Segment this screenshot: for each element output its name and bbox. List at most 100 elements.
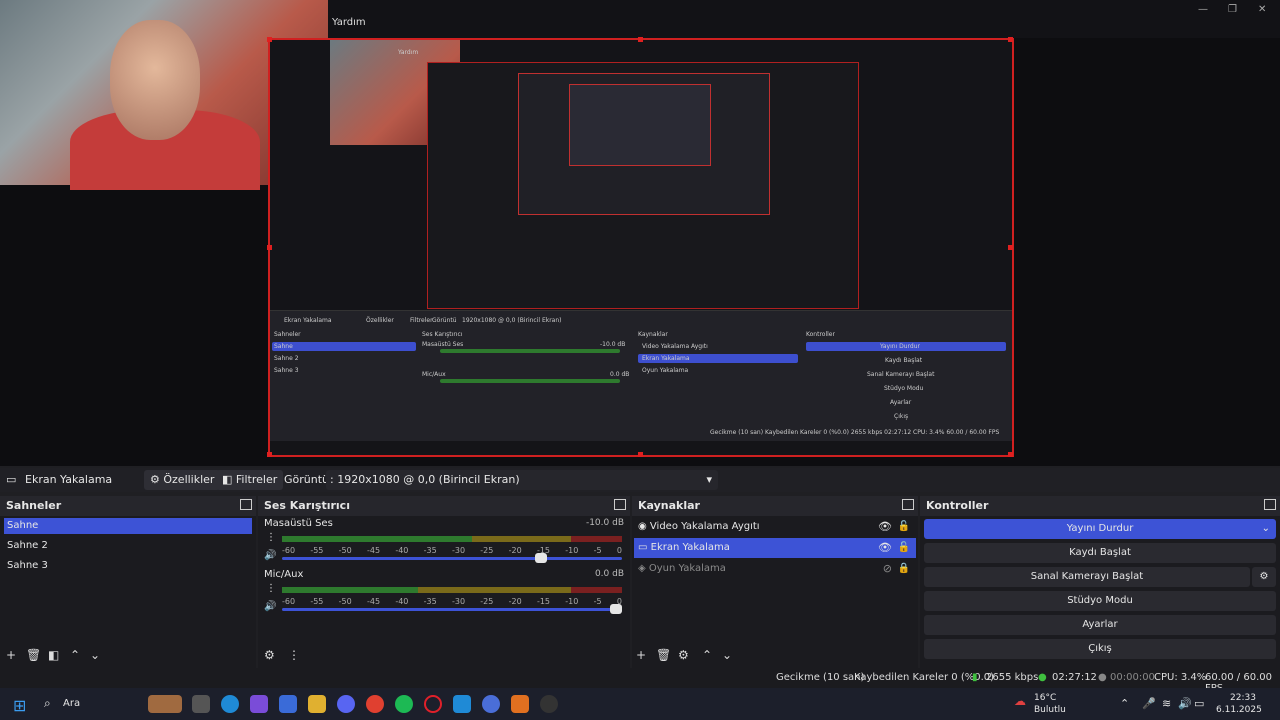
volume-knob[interactable] [610, 604, 622, 614]
source-item[interactable]: ▭ Ekran Yakalama 👁 🔓 [634, 538, 916, 558]
speaker-icon[interactable]: 🔊 [264, 550, 276, 561]
copilot-icon[interactable] [250, 695, 268, 713]
gear-icon[interactable]: ⚙ [678, 648, 689, 662]
steam-icon[interactable] [482, 695, 500, 713]
unlock-icon[interactable]: 🔓 [898, 538, 910, 558]
exit-button[interactable]: Çıkış [924, 639, 1276, 659]
arrow-up-icon[interactable]: ⌃ [70, 648, 80, 662]
eye-icon[interactable]: 👁 [878, 517, 892, 537]
kebab-menu-icon[interactable]: ⋮ [266, 532, 276, 543]
resize-handle-r[interactable] [1008, 245, 1013, 250]
studio-mode-button[interactable]: Stüdyo Modu [924, 591, 1276, 611]
spotify-icon[interactable] [395, 695, 413, 713]
filters-button[interactable]: ◧ Filtreler [216, 470, 284, 490]
scene-item[interactable]: Sahne [4, 518, 252, 534]
virtual-camera-settings-button[interactable]: ⚙ [1252, 567, 1276, 587]
scenes-dock: Sahneler Sahne Sahne 2 Sahne 3 + 🗑 ◧ ⌃ ⌄ [0, 496, 256, 668]
widget-avatars-icon[interactable] [148, 695, 182, 713]
add-icon[interactable]: + [636, 648, 646, 662]
discord-icon[interactable] [337, 695, 355, 713]
volume-knob[interactable] [535, 553, 548, 563]
opera-icon[interactable] [424, 695, 442, 713]
tick-label: -45 [366, 546, 381, 555]
eye-icon[interactable]: 👁 [878, 538, 892, 558]
preview-canvas[interactable]: Yardım — ❐ ✕ Yardım Ekran Yakalama Özell… [0, 0, 1280, 466]
display-select[interactable]: : 1920x1080 @ 0,0 (Birincil Ekran) ▾ [326, 470, 718, 490]
settings-button[interactable]: Ayarlar [924, 615, 1276, 635]
gear-icon: ⚙ [150, 473, 160, 486]
controls-dock-title: Kontroller [920, 496, 1280, 516]
tick-label: -25 [480, 597, 494, 606]
chevron-down-icon[interactable]: ⌄ [1262, 519, 1270, 539]
tool-icon[interactable] [511, 695, 529, 713]
add-icon[interactable]: + [6, 648, 16, 662]
resize-handle-br[interactable] [1008, 452, 1013, 457]
kebab-menu-icon[interactable]: ⋮ [288, 648, 300, 662]
windows-start-icon[interactable]: ⊞ [13, 696, 26, 715]
store-icon[interactable] [279, 695, 297, 713]
source-item[interactable]: ◉ Video Yakalama Aygıtı 👁 🔓 [634, 517, 916, 537]
monitor-icon: ▭ [638, 542, 648, 553]
virtual-camera-button[interactable]: Sanal Kamerayı Başlat [924, 567, 1250, 587]
resize-handle-tl[interactable] [267, 37, 272, 42]
resize-handle-l[interactable] [267, 245, 272, 250]
eye-hidden-icon[interactable]: ⊘ [883, 559, 892, 579]
scene-label: Sahne 2 [7, 540, 48, 551]
undock-icon[interactable] [1264, 499, 1276, 510]
obs-icon[interactable] [540, 695, 558, 713]
start-record-button[interactable]: Kaydı Başlat [924, 543, 1276, 563]
scene-item[interactable]: Sahne 2 [4, 538, 252, 554]
trash-icon[interactable]: 🗑 [656, 648, 671, 662]
resize-handle-bl[interactable] [267, 452, 272, 457]
volume-slider[interactable] [282, 604, 622, 614]
search-icon[interactable]: ⌕ [44, 696, 51, 711]
unlock-icon[interactable]: 🔓 [898, 517, 910, 537]
taskbar-search-label[interactable]: Ara [63, 698, 80, 709]
screen-capture-source[interactable]: Yardım Ekran Yakalama Özellikler Filtrel… [267, 37, 1014, 457]
stop-stream-button[interactable]: Yayını Durdur ⌄ [924, 519, 1276, 539]
nested-mixer-head: Ses Karıştırıcı [422, 331, 463, 338]
clock-date[interactable]: 6.11.2025 [1216, 705, 1262, 715]
volume-icon[interactable]: 🔊 [1178, 697, 1192, 710]
arrow-down-icon[interactable]: ⌄ [90, 648, 100, 662]
camera-icon: ◉ [638, 521, 647, 532]
undock-icon[interactable] [240, 499, 252, 510]
speaker-icon[interactable]: 🔊 [264, 601, 276, 612]
nested-mixer-2: Mic/Aux [422, 371, 446, 378]
gear-icon[interactable]: ⚙ [264, 648, 275, 662]
kebab-menu-icon[interactable]: ⋮ [266, 583, 276, 594]
weather-temp[interactable]: 16°C [1034, 693, 1056, 703]
record-dot-icon: ● [1098, 672, 1107, 683]
folder-icon[interactable] [308, 695, 326, 713]
microphone-icon[interactable]: 🎤 [1142, 697, 1156, 710]
close-icon: ✕ [1258, 4, 1267, 15]
tick-label: -55 [310, 546, 324, 555]
arrow-down-icon[interactable]: ⌄ [722, 648, 732, 662]
weather-desc[interactable]: Bulutlu [1034, 705, 1066, 715]
undock-icon[interactable] [614, 499, 626, 510]
tick-label: -20 [508, 597, 522, 606]
resize-handle-b[interactable] [638, 452, 643, 457]
arrow-up-icon[interactable]: ⌃ [702, 648, 712, 662]
g-app-icon[interactable] [453, 695, 471, 713]
nested-obs-window-2 [518, 73, 770, 215]
undock-icon[interactable] [902, 499, 914, 510]
captured-window-titlebar: Yardım — ❐ ✕ [328, 0, 1280, 38]
volume-slider[interactable] [282, 553, 622, 563]
chrome-icon[interactable] [366, 695, 384, 713]
task-view-icon[interactable] [192, 695, 210, 713]
wifi-icon[interactable]: ≋ [1162, 697, 1171, 710]
lock-icon[interactable]: 🔒 [898, 559, 910, 579]
nested-obs-window: Yardım [398, 49, 859, 309]
scene-item[interactable]: Sahne 3 [4, 558, 252, 574]
resize-handle-tr[interactable] [1008, 37, 1013, 42]
trash-icon[interactable]: 🗑 [26, 648, 41, 662]
filter-icon[interactable]: ◧ [48, 648, 59, 662]
properties-button[interactable]: ⚙ Özellikler [144, 470, 221, 490]
resize-handle-t[interactable] [638, 37, 643, 42]
source-item[interactable]: ◈ Oyun Yakalama ⊘ 🔒 [634, 559, 916, 579]
edge-icon[interactable] [221, 695, 239, 713]
chevron-up-icon[interactable]: ⌃ [1120, 697, 1129, 710]
clock-time[interactable]: 22:33 [1230, 693, 1256, 703]
battery-icon[interactable]: ▭ [1194, 697, 1204, 710]
